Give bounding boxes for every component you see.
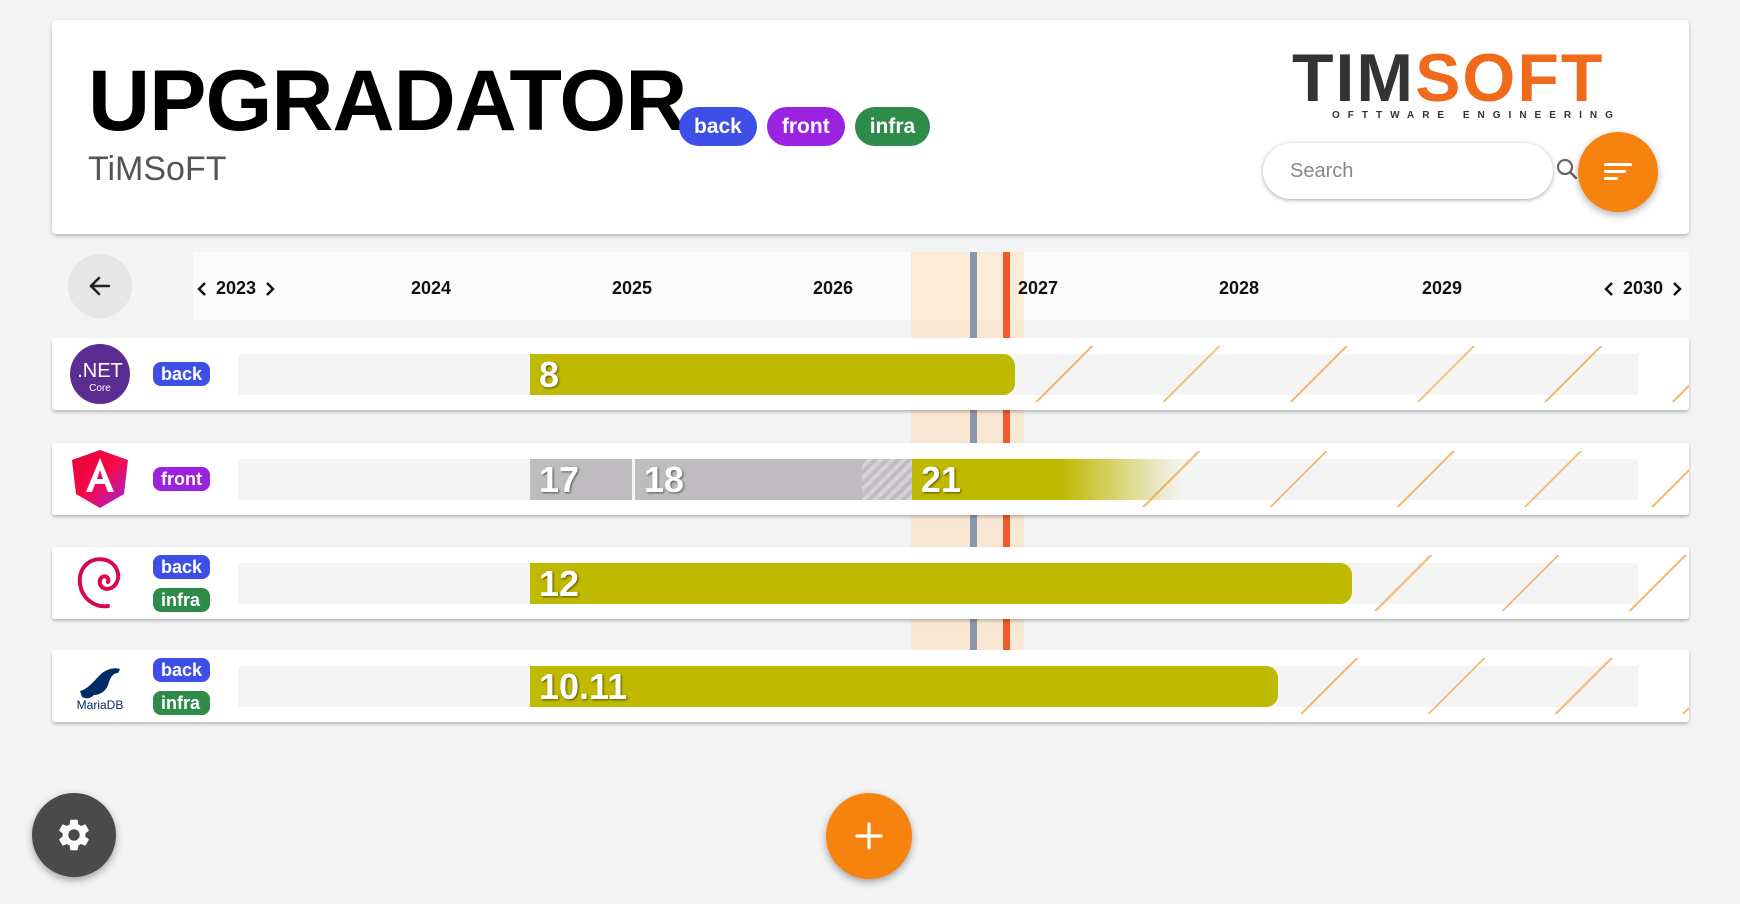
- settings-button[interactable]: [32, 793, 116, 877]
- svg-text:.NET: .NET: [77, 360, 123, 382]
- back-button[interactable]: [68, 254, 132, 318]
- gear-icon: [59, 819, 89, 851]
- header-card: UPGRADATOR TiMSoFT back front infra TIMS…: [52, 20, 1689, 234]
- app-title: UPGRADATOR: [88, 53, 687, 149]
- logo-text-soft: SOFT: [1415, 40, 1605, 116]
- overlap-stripe: [862, 459, 912, 500]
- plus-icon: [855, 822, 883, 850]
- chevron-left-icon[interactable]: [196, 281, 208, 297]
- row-tags: back: [153, 338, 211, 410]
- filter-tags: back front infra: [679, 107, 931, 146]
- search-box: [1263, 143, 1578, 199]
- logo-text-tim: TIM: [1292, 40, 1416, 116]
- arrow-left-icon: [89, 276, 111, 296]
- product-row-dotnet[interactable]: .NET Core back 8: [52, 338, 1689, 410]
- tag-infra[interactable]: infra: [153, 690, 211, 715]
- dotnet-core-icon: .NET Core: [70, 344, 130, 404]
- svg-text:Core: Core: [89, 383, 111, 394]
- tag-filter-front[interactable]: front: [766, 107, 845, 146]
- tag-front[interactable]: front: [153, 467, 210, 491]
- product-row-angular[interactable]: front 17 18 21: [52, 443, 1689, 515]
- search-icon[interactable]: [1555, 157, 1579, 186]
- year-2025: 2025: [612, 278, 653, 298]
- version-bar[interactable]: 17: [530, 459, 632, 500]
- timsoft-logo: TIMSOFT OFTTWARE ENGINEERING: [1292, 44, 1652, 124]
- version-bar[interactable]: 8: [530, 354, 1015, 395]
- year-2023: 2023: [196, 278, 276, 299]
- tag-back[interactable]: back: [153, 657, 211, 682]
- version-bar[interactable]: 21: [912, 459, 1182, 500]
- row-tags: front: [153, 443, 210, 515]
- tag-filter-back[interactable]: back: [679, 107, 757, 146]
- angular-icon: [70, 449, 130, 509]
- version-bar[interactable]: 12: [530, 563, 1352, 604]
- year-2024: 2024: [411, 278, 452, 298]
- row-tags: back infra: [153, 650, 211, 722]
- unsupported-hatch: [1120, 451, 1689, 507]
- sort-menu-button[interactable]: [1578, 132, 1658, 212]
- year-2028: 2028: [1219, 278, 1260, 298]
- year-label: 2023: [216, 278, 257, 298]
- version-bar[interactable]: 10.11: [530, 666, 1278, 707]
- logo-tagline: OFTTWARE ENGINEERING: [1332, 110, 1621, 121]
- year-label: 2030: [1623, 278, 1664, 298]
- year-2029: 2029: [1422, 278, 1463, 298]
- debian-icon: [70, 553, 130, 613]
- sort-lines-icon: [1604, 163, 1632, 180]
- chevron-right-icon[interactable]: [264, 281, 276, 297]
- add-button[interactable]: [826, 793, 912, 879]
- row-tags: back infra: [153, 547, 211, 619]
- year-2030: 2030: [1603, 278, 1683, 299]
- search-input[interactable]: [1290, 159, 1555, 183]
- tag-back[interactable]: back: [153, 362, 211, 386]
- unsupported-hatch: [1352, 555, 1689, 611]
- mariadb-icon: MariaDB: [70, 656, 130, 716]
- unsupported-hatch: [1013, 346, 1689, 402]
- product-row-mariadb[interactable]: MariaDB back infra 10.11: [52, 650, 1689, 722]
- svg-text:MariaDB: MariaDB: [77, 698, 124, 712]
- tag-filter-infra[interactable]: infra: [854, 107, 931, 146]
- chevron-right-icon[interactable]: [1671, 281, 1683, 297]
- version-bar[interactable]: 18: [635, 459, 862, 500]
- year-2027: 2027: [1018, 278, 1059, 298]
- app-subtitle: TiMSoFT: [88, 150, 227, 188]
- tag-back[interactable]: back: [153, 554, 211, 579]
- product-row-debian[interactable]: back infra 12: [52, 547, 1689, 619]
- year-2026: 2026: [813, 278, 854, 298]
- chevron-left-icon[interactable]: [1603, 281, 1615, 297]
- tag-infra[interactable]: infra: [153, 587, 211, 612]
- unsupported-hatch: [1278, 658, 1689, 714]
